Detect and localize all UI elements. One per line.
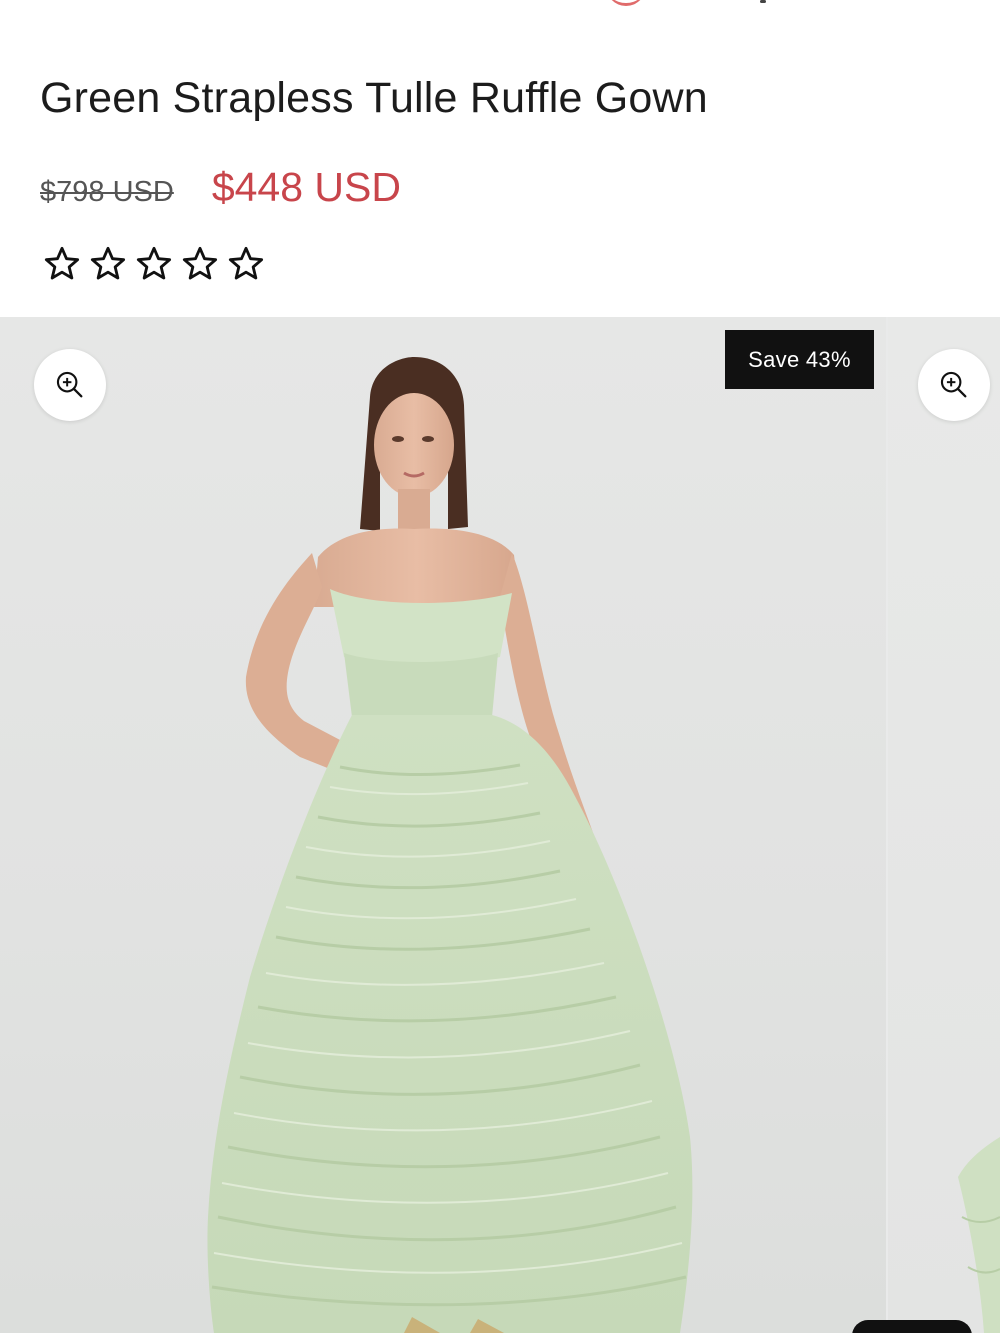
next-image-preview	[958, 1137, 1000, 1333]
header-remnant	[0, 0, 1000, 20]
star-outline-icon	[228, 246, 264, 280]
model-in-green-gown-image	[207, 357, 693, 1333]
product-title: Green Strapless Tulle Ruffle Gown	[40, 74, 708, 122]
sale-price: $448 USD	[211, 164, 401, 210]
save-badge: Save 43%	[725, 330, 874, 389]
star-rating[interactable]	[42, 244, 266, 284]
star-outline-icon	[90, 246, 126, 280]
cart-badge-remnant	[606, 0, 646, 6]
header-icon-remnant	[760, 0, 766, 3]
floating-action-remnant[interactable]	[852, 1320, 972, 1333]
original-price: $798 USD	[40, 176, 174, 208]
zoom-button[interactable]	[34, 349, 106, 421]
price-row: $798 USD $448 USD	[40, 164, 401, 211]
zoom-in-icon	[940, 371, 967, 398]
zoom-button[interactable]	[918, 349, 990, 421]
star-outline-icon	[44, 246, 80, 280]
star-outline-icon	[136, 246, 172, 280]
product-image-next[interactable]	[888, 317, 1000, 1333]
product-image-gallery[interactable]: Save 43%	[0, 317, 1000, 1333]
product-image-main[interactable]: Save 43%	[0, 317, 886, 1333]
zoom-in-icon	[56, 371, 83, 398]
star-outline-icon	[182, 246, 218, 280]
